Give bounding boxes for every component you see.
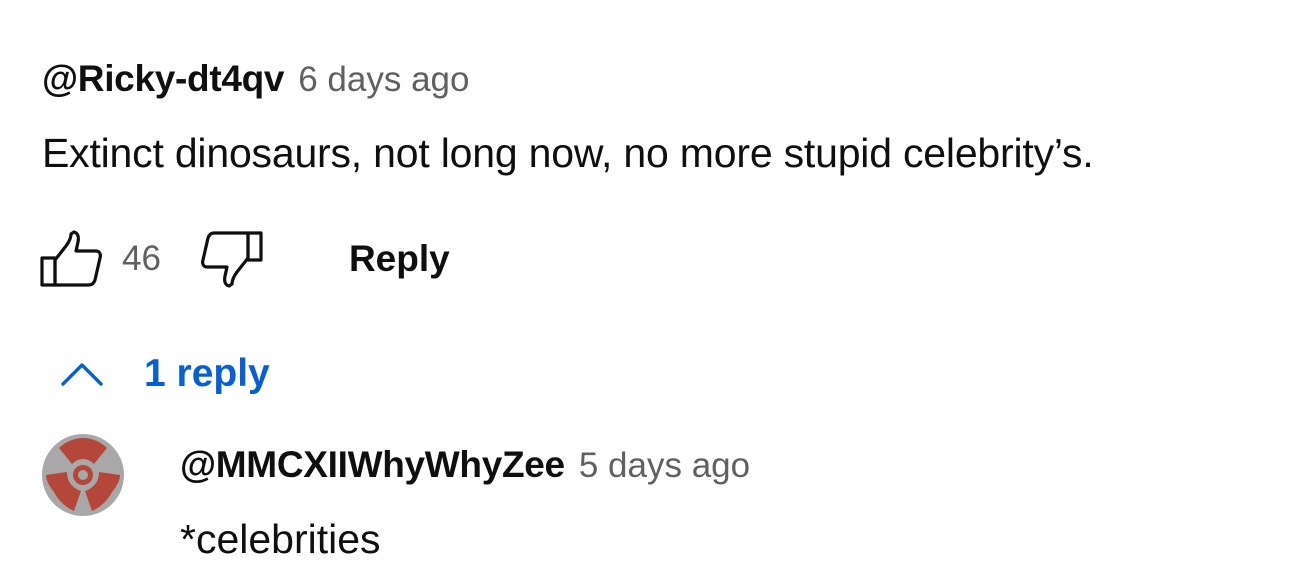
reply-button[interactable]: Reply — [349, 238, 450, 280]
like-count: 46 — [122, 239, 161, 278]
reply-timestamp[interactable]: 5 days ago — [579, 446, 750, 486]
reply-avatar[interactable] — [42, 434, 124, 516]
comment-text: Extinct dinosaurs, not long now, no more… — [42, 130, 1094, 176]
chevron-up-icon — [61, 363, 103, 386]
thumbs-up-icon — [40, 230, 102, 287]
replies-count-label: 1 reply — [144, 352, 270, 395]
record-adapter-avatar-icon — [42, 434, 124, 516]
like-button[interactable] — [38, 226, 104, 292]
comment-header: @Ricky-dt4qv 6 days ago — [42, 58, 469, 104]
comment-actions: 46 Reply — [38, 226, 450, 292]
replies-toggle[interactable]: 1 reply — [60, 346, 270, 402]
comment-author[interactable]: @Ricky-dt4qv — [42, 58, 285, 100]
thumbs-down-icon — [200, 231, 263, 288]
reply-header: @MMCXIIWhyWhyZee 5 days ago — [180, 444, 750, 490]
reply-author[interactable]: @MMCXIIWhyWhyZee — [180, 444, 565, 486]
reply-text: *celebrities — [180, 516, 381, 562]
dislike-button[interactable] — [199, 226, 265, 292]
comment-timestamp[interactable]: 6 days ago — [298, 60, 469, 100]
